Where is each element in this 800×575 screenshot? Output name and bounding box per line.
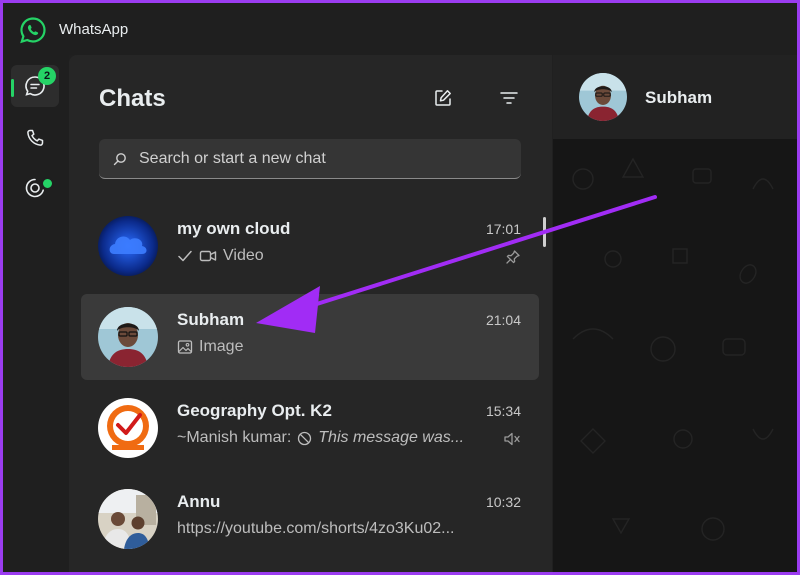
- conversation-name: Subham: [645, 88, 713, 107]
- chat-name: my own cloud: [177, 219, 291, 238]
- chat-list-panel: Chats Search or start a new chat my own …: [69, 55, 552, 572]
- avatar: [98, 307, 158, 367]
- search-box: [99, 139, 521, 179]
- chat-time: 10:32: [485, 494, 521, 510]
- chat-name: Subham: [177, 310, 245, 329]
- chat-preview: https://youtube.com/shorts/4zo3Ku02...: [177, 520, 455, 538]
- preview-text: Video: [223, 247, 264, 264]
- sent-check-icon: [178, 250, 192, 262]
- preview-text: This message was...: [318, 429, 465, 446]
- conversation-pane: Subham: [553, 55, 797, 572]
- avatar: [98, 398, 158, 458]
- image-icon: [177, 340, 193, 354]
- filter-icon: [500, 92, 518, 104]
- chat-item-subham[interactable]: Subham 21:04 Image: [81, 294, 539, 380]
- video-icon: [199, 250, 217, 262]
- whatsapp-logo-icon: [20, 17, 46, 44]
- pin-icon: [506, 250, 520, 264]
- chat-name: Geography Opt. K2: [177, 401, 332, 420]
- conversation-header[interactable]: Subham: [553, 55, 797, 139]
- app-window: WhatsApp 2 Chats Search or start a new c…: [0, 0, 800, 575]
- chat-preview: Image: [177, 338, 243, 356]
- nav-rail: 2: [3, 55, 69, 572]
- preview-sender: ~Manish kumar:: [177, 429, 292, 446]
- conversation-avatar: [579, 73, 627, 121]
- filter-button[interactable]: [494, 83, 524, 113]
- mute-icon: [504, 432, 520, 446]
- unread-badge: 2: [38, 67, 56, 85]
- chat-preview: ~Manish kumar: This message was...: [177, 429, 464, 447]
- chat-item-annu[interactable]: Annu 10:32 https://youtube.com/shorts/4z…: [81, 476, 539, 562]
- rail-chats-button[interactable]: 2: [11, 65, 59, 107]
- chat-preview: Video: [177, 247, 264, 265]
- search-icon: [113, 153, 126, 166]
- blocked-icon: [298, 431, 312, 445]
- title-bar: WhatsApp: [3, 3, 797, 55]
- app-title: WhatsApp: [59, 21, 129, 38]
- chat-item-my-own-cloud[interactable]: my own cloud 17:01 Video: [81, 203, 539, 289]
- doodle-pattern: [572, 157, 774, 541]
- chat-time: 21:04: [485, 312, 521, 328]
- active-indicator: [11, 79, 14, 97]
- chat-time: 17:01: [485, 221, 521, 237]
- preview-text: Image: [199, 338, 244, 355]
- status-new-dot: [41, 177, 54, 190]
- compose-icon: [435, 90, 451, 106]
- avatar: [98, 216, 158, 276]
- chat-item-geography-opt-k2[interactable]: Geography Opt. K2 15:34 ~Manish kumar: T…: [81, 385, 539, 471]
- page-title: Chats: [99, 85, 166, 112]
- rail-calls-button[interactable]: [11, 117, 59, 159]
- search-input[interactable]: [137, 139, 511, 179]
- scrollbar-thumb[interactable]: [543, 217, 546, 247]
- chat-wallpaper: [553, 139, 797, 572]
- chat-time: 15:34: [485, 403, 521, 419]
- new-chat-button[interactable]: [428, 83, 458, 113]
- preview-text: https://youtube.com/shorts/4zo3Ku02...: [177, 520, 455, 537]
- avatar: [98, 489, 158, 549]
- phone-icon: [27, 129, 44, 146]
- chat-name: Annu: [177, 492, 221, 511]
- rail-status-button[interactable]: [11, 167, 59, 209]
